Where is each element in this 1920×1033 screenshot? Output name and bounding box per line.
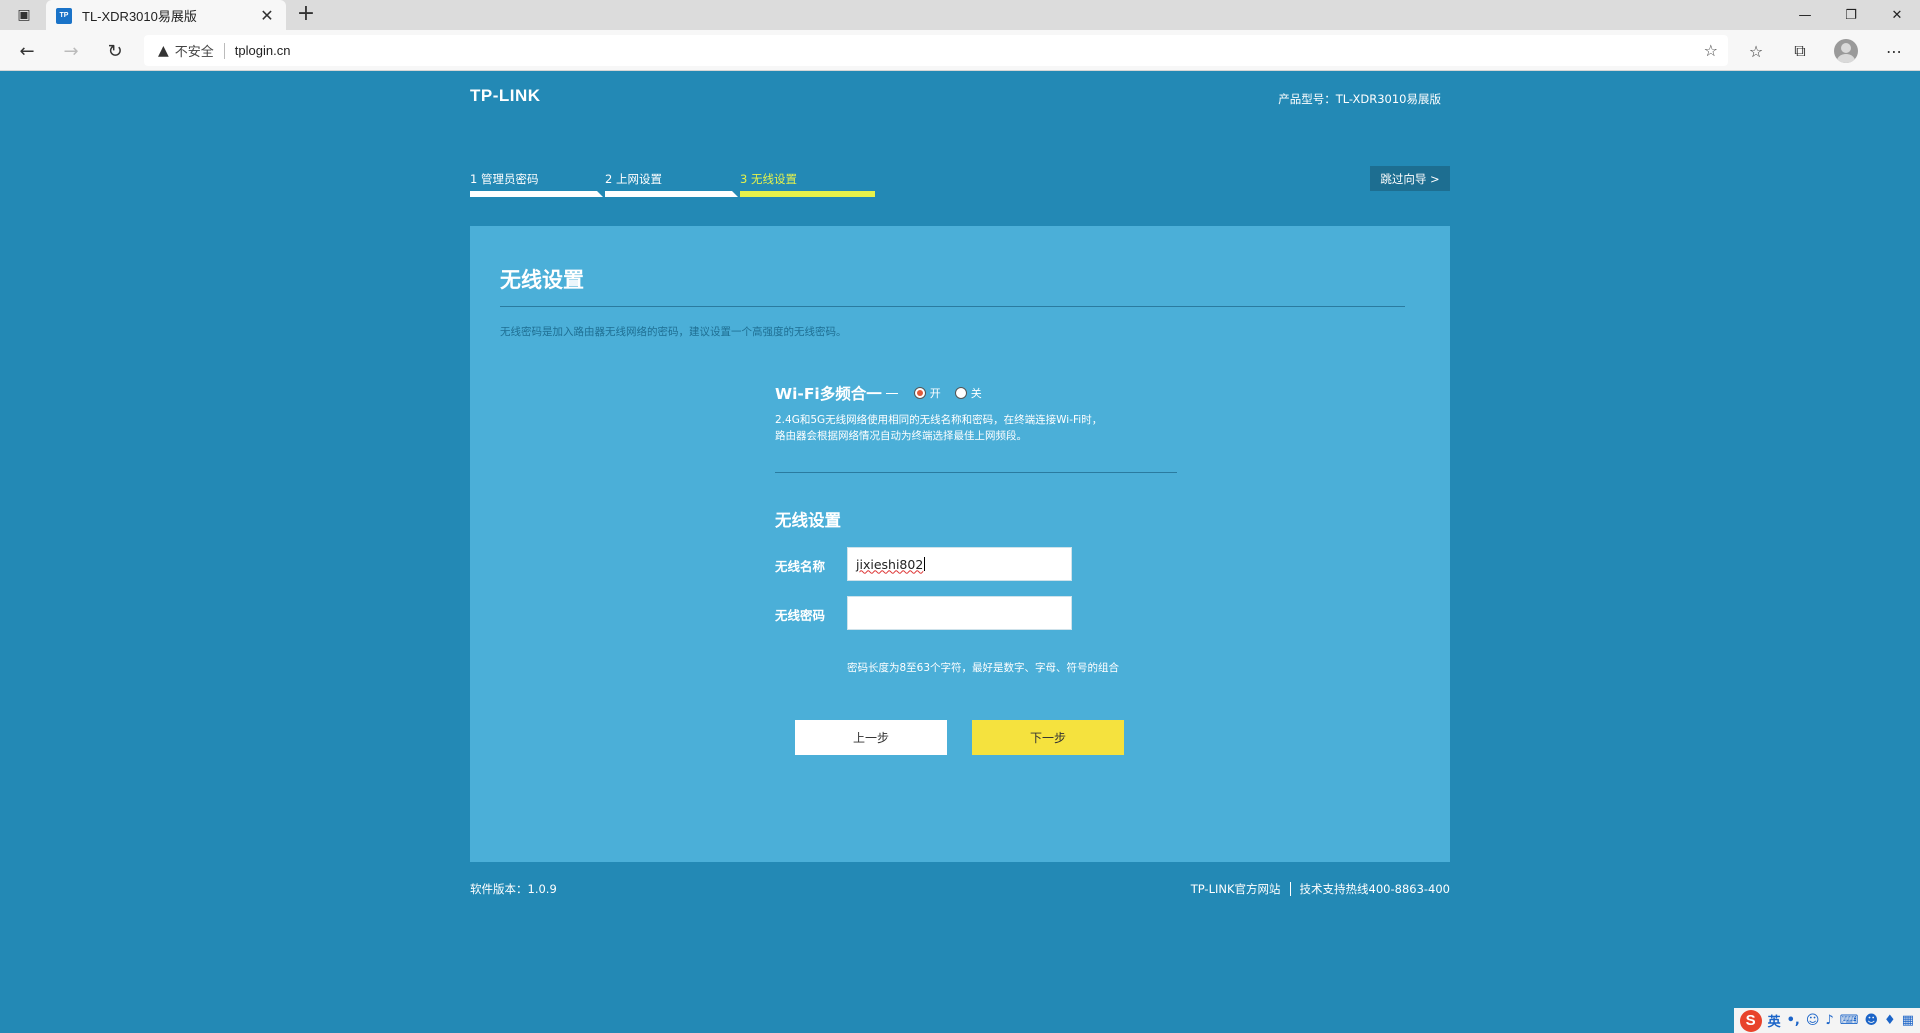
- ssid-value[interactable]: jixieshi802: [856, 557, 923, 572]
- password-input[interactable]: [847, 596, 1072, 630]
- close-icon[interactable]: ✕: [258, 6, 276, 25]
- radio-off-label[interactable]: 关: [971, 385, 982, 401]
- skin-icon[interactable]: ♦: [1884, 1013, 1896, 1028]
- toolbox-icon[interactable]: ▦: [1902, 1013, 1914, 1028]
- browser-tab-bar: ▣ TP TL-XDR3010易展版 ✕ + — ❐ ✕: [0, 0, 1920, 31]
- footer-separator: [1289, 882, 1291, 896]
- step-label: 2 上网设置: [605, 172, 662, 186]
- radio-checked-icon[interactable]: [913, 387, 926, 399]
- refresh-icon[interactable]: ↻: [100, 36, 130, 66]
- step-internet-settings: 2 上网设置: [605, 171, 738, 201]
- page-description: 无线密码是加入路由器无线网络的密码，建议设置一个高强度的无线密码。: [500, 326, 847, 338]
- password-label: 无线密码: [775, 608, 826, 623]
- skip-wizard-button[interactable]: 跳过向导 >: [1370, 166, 1450, 191]
- more-icon[interactable]: ⋯: [1882, 39, 1906, 63]
- setup-steps: 1 管理员密码 2 上网设置 3 无线设置: [470, 171, 875, 201]
- address-bar[interactable]: ▲ 不安全 tplogin.cn ☆: [144, 35, 1728, 66]
- multiband-desc-line: 路由器会根据网络情况自动为终端选择最佳上网频段。: [775, 430, 1027, 442]
- user-icon[interactable]: ☻: [1864, 1013, 1878, 1028]
- restore-icon[interactable]: ❐: [1828, 0, 1874, 30]
- next-button[interactable]: 下一步: [972, 720, 1124, 755]
- step-progress-bar: [605, 191, 738, 197]
- software-version: 软件版本：1.0.9: [470, 882, 557, 896]
- collections-icon[interactable]: ⧉: [1788, 39, 1812, 63]
- step-progress-bar: [470, 191, 603, 197]
- microphone-icon[interactable]: ♪: [1825, 1013, 1833, 1028]
- minimize-icon[interactable]: —: [1782, 0, 1828, 30]
- section-divider: [775, 472, 1177, 473]
- url-text[interactable]: tplogin.cn: [235, 43, 291, 58]
- ssid-label: 无线名称: [775, 559, 826, 574]
- punctuation-icon[interactable]: •,: [1787, 1013, 1800, 1028]
- ime-mode-toggle[interactable]: 英: [1768, 1011, 1781, 1030]
- multiband-on-radio[interactable]: 开: [913, 385, 941, 401]
- back-icon[interactable]: ←: [12, 36, 42, 66]
- page-title: 无线设置: [500, 268, 584, 292]
- step-wireless-settings: 3 无线设置: [740, 171, 875, 201]
- password-hint: 密码长度为8至63个字符，最好是数字、字母、符号的组合: [847, 662, 1120, 674]
- multiband-row: Wi-Fi多频合一 开 关: [775, 382, 982, 404]
- emoji-icon[interactable]: ☺: [1806, 1013, 1820, 1028]
- tp-link-logo: TP-LINK: [470, 86, 541, 105]
- window-controls: — ❐ ✕: [1782, 0, 1920, 30]
- multiband-desc-line: 2.4G和5G无线网络使用相同的无线名称和密码，在终端连接Wi-Fi时，: [775, 414, 1103, 426]
- step-label: 3 无线设置: [740, 172, 797, 186]
- radio-unchecked-icon[interactable]: [954, 387, 967, 399]
- multiband-off-radio[interactable]: 关: [954, 385, 982, 401]
- keyboard-icon[interactable]: ⌨: [1840, 1013, 1859, 1028]
- step-label: 1 管理员密码: [470, 172, 539, 186]
- plus-icon[interactable]: +: [294, 3, 318, 27]
- multiband-dash: [885, 392, 898, 394]
- step-progress-bar: [740, 191, 875, 197]
- window-close-icon[interactable]: ✕: [1874, 0, 1920, 30]
- browser-tab[interactable]: TP TL-XDR3010易展版 ✕: [46, 0, 286, 31]
- insecure-label[interactable]: 不安全: [175, 41, 214, 60]
- step-admin-password: 1 管理员密码: [470, 171, 603, 201]
- support-hotline: 技术支持热线400-8863-400: [1299, 882, 1450, 896]
- warning-icon[interactable]: ▲: [158, 43, 169, 59]
- footer-links: TP-LINK官方网站 技术支持热线400-8863-400: [1191, 881, 1450, 897]
- favorites-icon[interactable]: ☆: [1744, 39, 1768, 63]
- sidebar-toggle-icon[interactable]: ▣: [10, 5, 38, 25]
- wireless-section-title: 无线设置: [775, 511, 841, 530]
- profile-icon[interactable]: [1834, 39, 1858, 63]
- title-divider: [500, 306, 1405, 307]
- add-favorite-icon[interactable]: ☆: [1704, 41, 1718, 60]
- address-separator: [223, 42, 225, 59]
- sogou-logo-icon[interactable]: S: [1739, 1009, 1762, 1032]
- tp-link-favicon-icon: TP: [56, 7, 72, 24]
- ime-toolbar: S 英 •, ☺ ♪ ⌨ ☻ ♦ ▦: [1733, 1008, 1920, 1033]
- wireless-settings-card: 无线设置 无线密码是加入路由器无线网络的密码，建议设置一个高强度的无线密码。 W…: [470, 226, 1450, 862]
- official-site-link[interactable]: TP-LINK官方网站: [1191, 881, 1281, 897]
- ssid-input[interactable]: jixieshi802: [847, 547, 1072, 581]
- multiband-description: 2.4G和5G无线网络使用相同的无线名称和密码，在终端连接Wi-Fi时， 路由器…: [775, 412, 1195, 444]
- browser-toolbar: ← → ↻ ▲ 不安全 tplogin.cn ☆ ☆ ⧉ ⋯: [0, 30, 1920, 71]
- router-setup-page: TP-LINK 产品型号：TL-XDR3010易展版 1 管理员密码 2 上网设…: [0, 71, 1920, 1033]
- multiband-label: Wi-Fi多频合一: [775, 385, 882, 403]
- radio-on-label[interactable]: 开: [930, 385, 941, 401]
- tab-title: TL-XDR3010易展版: [82, 9, 197, 24]
- product-model: 产品型号：TL-XDR3010易展版: [1278, 92, 1441, 106]
- text-caret: [924, 557, 926, 571]
- forward-icon[interactable]: →: [56, 36, 86, 66]
- previous-button[interactable]: 上一步: [795, 720, 947, 755]
